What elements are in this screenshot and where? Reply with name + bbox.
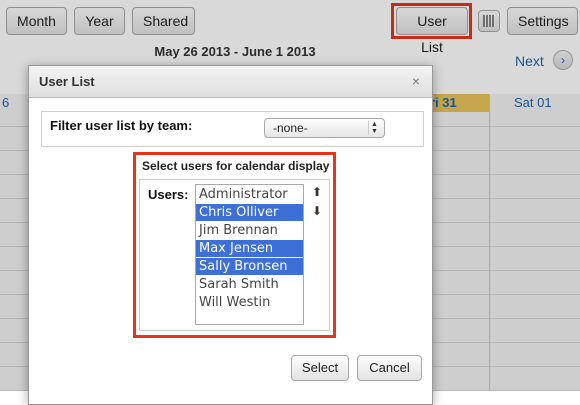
cancel-button[interactable]: Cancel (357, 355, 422, 381)
user-option[interactable]: Sarah Smith (196, 276, 303, 293)
user-list-dialog: User List × Filter user list by team: -n… (28, 65, 433, 405)
select-heading: Select users for calendar display (142, 159, 330, 173)
arrow-up-icon[interactable]: ⬆ (311, 186, 323, 198)
team-filter-value: -none- (273, 121, 308, 135)
dialog-title: User List (29, 66, 432, 98)
close-icon[interactable]: × (412, 73, 420, 89)
team-filter-select[interactable]: -none- ▲ ▼ (264, 118, 385, 138)
select-stepper-icon: ▲ ▼ (368, 121, 380, 135)
user-option[interactable]: Max Jensen (196, 240, 303, 257)
select-button[interactable]: Select (291, 355, 349, 381)
user-option[interactable]: Will Westin (196, 294, 303, 311)
users-multiselect[interactable]: Administrator Chris Olliver Jim Brennan Max… (195, 184, 304, 325)
filter-panel: Filter user list by team: -none- ▲ ▼ (41, 111, 424, 147)
user-option[interactable]: Administrator (196, 186, 303, 203)
users-label: Users: (148, 187, 189, 202)
user-option[interactable]: Jim Brennan (196, 222, 303, 239)
user-select-panel: Select users for calendar display Users:… (133, 152, 336, 338)
user-option[interactable]: Sally Bronsen (196, 258, 303, 275)
filter-label: Filter user list by team: (50, 118, 193, 133)
arrow-down-icon[interactable]: ⬇ (311, 205, 323, 217)
users-box: Users: Administrator Chris Olliver Jim Bre… (139, 179, 330, 331)
user-option[interactable]: Chris Olliver (196, 204, 303, 221)
